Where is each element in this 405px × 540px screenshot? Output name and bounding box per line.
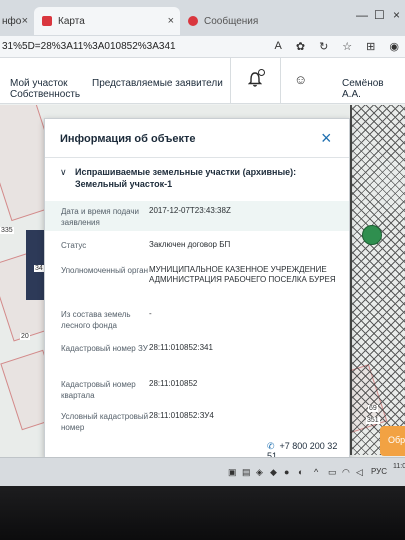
row-value: - (149, 309, 152, 318)
tray-icon[interactable]: ◆ (270, 467, 277, 478)
info-row: Из состава земель лесного фонда - (45, 303, 349, 337)
tray-icon[interactable]: ◐ (298, 467, 303, 477)
row-label: Кадастровый номер ЗУ (61, 344, 148, 353)
modal-title: Информация об объекте (60, 133, 196, 145)
tab-map[interactable]: Карта × (34, 7, 180, 35)
shield-icon[interactable]: ◈ (256, 467, 263, 478)
row-label: Статус (61, 241, 87, 250)
minimize-icon[interactable]: — (356, 8, 368, 22)
tab-messages[interactable]: Сообщения (180, 7, 300, 35)
profile-icon[interactable]: ◉ (389, 40, 399, 53)
user-icon[interactable]: ☺ (294, 72, 307, 87)
row-label: Из состава земель лесного фонда (61, 310, 131, 330)
info-table: Дата и время подачи заявления 2017-12-07… (45, 201, 349, 435)
nav-my-area[interactable]: Мой участок Собственность (10, 78, 80, 100)
nav-my-area-sublabel: Собственность (10, 89, 81, 100)
row-value: МУНИЦИПАЛЬНОЕ КАЗЕННОЕ УЧРЕЖДЕНИЕ АДМИНИ… (149, 265, 336, 284)
address-bar-icons: A ✿ ↻ ☆ ⊞ ◉ (275, 40, 399, 53)
info-row: Уполномоченный орган МУНИЦИПАЛЬНОЕ КАЗЕН… (45, 259, 349, 303)
order-button[interactable]: Обр (380, 426, 405, 456)
tab-map-label: Карта (58, 15, 85, 27)
read-aloud-icon[interactable]: A (275, 40, 282, 53)
header-divider (230, 58, 231, 104)
row-label: Кадастровый номер квартала (61, 380, 136, 400)
header-divider (280, 58, 281, 104)
tab-close-icon[interactable]: × (22, 15, 28, 27)
section-title[interactable]: Испрашиваемые земельные участки (архивны… (75, 166, 335, 190)
wifi-icon[interactable]: ◠ (342, 467, 350, 478)
support-phone[interactable]: ✆ +7 800 200 32 51 (267, 441, 349, 457)
refresh-icon[interactable]: ↻ (319, 40, 328, 53)
chevron-down-icon[interactable]: ∨ (60, 167, 67, 178)
address-bar[interactable]: 31%5D=28%3A11%3A010852%3A341 A ✿ ↻ ☆ ⊞ ◉ (0, 36, 405, 58)
taskbar: ▣ ▤ ◈ ◆ ● ◐ ^ ▭ ◠ ◁ РУС 11:0 (0, 457, 405, 486)
map-tab-icon (42, 16, 52, 26)
tab-messages-label: Сообщения (204, 15, 259, 27)
row-label: Дата и время подачи заявления (61, 207, 140, 227)
map-label: 20 (20, 333, 30, 340)
map-label: 351 (366, 417, 380, 424)
clock[interactable]: 11:0 (393, 462, 405, 471)
modal-divider (45, 157, 349, 158)
network-icon[interactable]: ▭ (328, 467, 337, 478)
info-row: Кадастровый номер ЗУ 28:11:010852:341 (45, 337, 349, 373)
row-value: 28:11:010852:ЗУ4 (149, 411, 214, 420)
map-label: 335 (0, 227, 14, 234)
info-row: Дата и время подачи заявления 2017-12-07… (45, 201, 349, 231)
info-row: Статус Заключен договор БП (45, 231, 349, 259)
volume-icon[interactable]: ◁ (356, 467, 363, 478)
hatched-zone (350, 105, 405, 455)
user-name[interactable]: Семёнов А.А. (342, 78, 405, 100)
monitor-bezel (0, 486, 405, 540)
tab-info-label: нфо (2, 15, 22, 27)
nav-my-area-label: Мой участок (10, 78, 68, 89)
row-value: 28:11:010852:341 (149, 343, 213, 352)
app-header: Мой участок Собственность Представляемые… (0, 58, 405, 104)
url-text[interactable]: 31%5D=28%3A11%3A010852%3A341 (0, 41, 176, 52)
tray-icon[interactable]: ● (284, 467, 289, 477)
close-icon[interactable]: × (321, 129, 332, 147)
phone-number[interactable]: +7 800 200 32 51 (267, 441, 337, 457)
phone-icon: ✆ (267, 441, 275, 451)
info-row: Кадастровый номер квартала 28:11:010852 (45, 373, 349, 405)
language-indicator[interactable]: РУС (371, 467, 387, 476)
notification-badge (258, 69, 265, 76)
screen: нфо × Карта × Сообщения — ☐ × 31%5D=28%3… (0, 0, 405, 486)
info-row: Условный кадастровый номер 28:11:010852:… (45, 405, 349, 435)
tray-icon[interactable]: ▤ (242, 467, 251, 478)
nav-represented-applicants[interactable]: Представляемые заявители (92, 78, 223, 89)
tab-close-icon[interactable]: × (168, 15, 174, 27)
row-value: Заключен договор БП (149, 240, 231, 249)
row-value: 2017-12-07T23:43:38Z (149, 206, 231, 215)
maximize-icon[interactable]: ☐ (374, 8, 385, 22)
tab-info[interactable]: нфо × (0, 7, 34, 35)
chevron-up-icon[interactable]: ^ (314, 467, 318, 477)
messages-tab-icon (188, 16, 198, 26)
tray-icon[interactable]: ▣ (228, 467, 237, 478)
row-value: 28:11:010852 (149, 379, 198, 388)
collections-icon[interactable]: ⊞ (366, 40, 375, 53)
row-label: Условный кадастровый номер (61, 412, 149, 432)
browser-tab-bar: нфо × Карта × Сообщения — ☐ × (0, 0, 405, 36)
map-label: 34 (34, 265, 44, 272)
extension-icon[interactable]: ✿ (296, 40, 305, 53)
favorites-icon[interactable]: ☆ (342, 40, 352, 53)
window-close-icon[interactable]: × (393, 8, 400, 22)
map-label: 69 (368, 405, 378, 412)
map-compass-icon[interactable] (362, 225, 382, 245)
row-label: Уполномоченный орган (61, 266, 149, 275)
object-info-modal: Информация об объекте × ∨ Испрашиваемые … (44, 118, 350, 458)
